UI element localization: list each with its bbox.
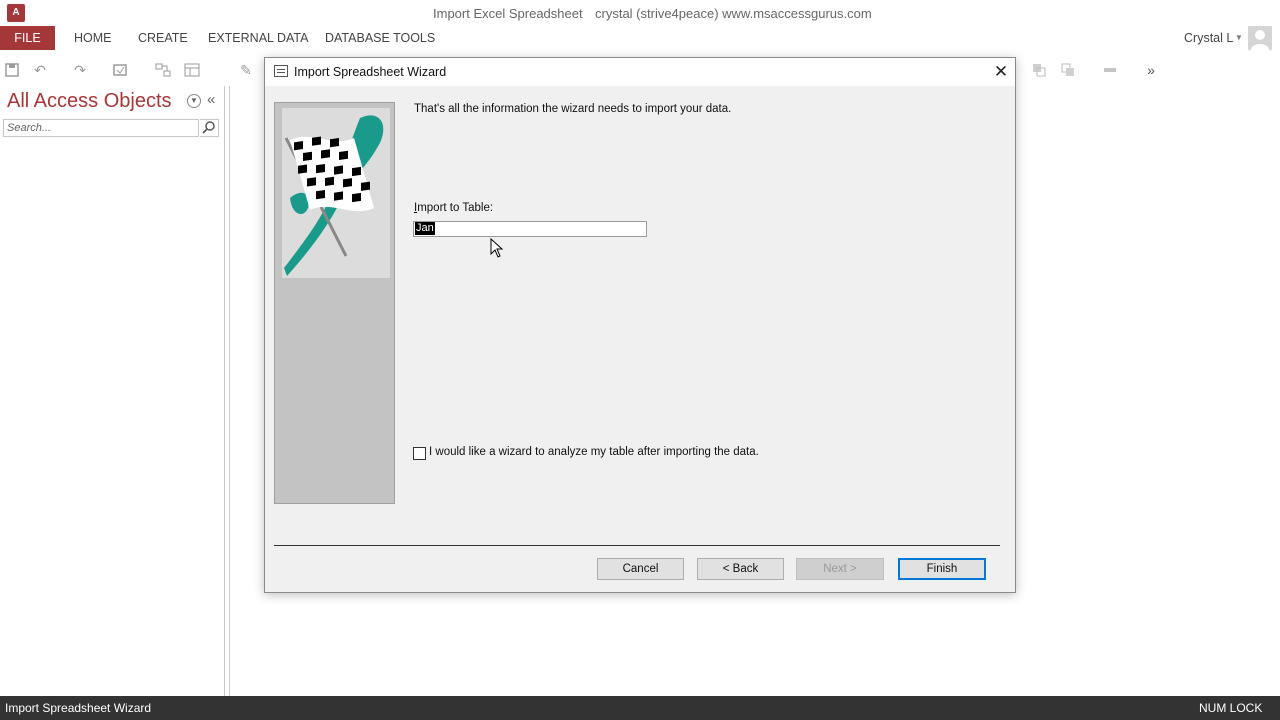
spell-check-icon[interactable] — [111, 62, 129, 78]
nav-search-input[interactable]: Search... — [3, 119, 199, 137]
tab-external-data[interactable]: EXTERNAL DATA — [208, 26, 308, 50]
next-button[interactable]: Next > — [796, 558, 884, 580]
layout-icon[interactable] — [183, 62, 201, 78]
chevron-down-icon[interactable]: ▼ — [187, 94, 201, 108]
import-table-name-field[interactable] — [413, 221, 647, 237]
window-title: Import Excel Spreadsheet — [433, 6, 583, 21]
mouse-cursor-icon — [490, 237, 504, 261]
finish-button[interactable]: Finish — [898, 558, 986, 580]
dialog-separator — [274, 545, 1000, 546]
search-icon[interactable] — [200, 119, 219, 137]
analyze-table-label[interactable]: I would like a wizard to analyze my tabl… — [429, 446, 759, 458]
user-account-name[interactable]: Crystal L — [1184, 31, 1233, 45]
save-icon[interactable] — [3, 62, 21, 78]
access-app-icon[interactable]: A — [7, 4, 25, 22]
form-icon — [274, 65, 288, 77]
import-table-name-value[interactable]: Jan — [415, 222, 435, 235]
window-subtitle: crystal (strive4peace) www.msaccessgurus… — [595, 6, 872, 21]
send-backward-icon[interactable] — [1059, 62, 1077, 78]
tab-file[interactable]: FILE — [0, 26, 55, 50]
chevron-down-icon[interactable]: ▼ — [1235, 33, 1243, 42]
more-commands-icon[interactable]: » — [1142, 62, 1160, 78]
wizard-message: That's all the information the wizard ne… — [414, 103, 732, 115]
cancel-button[interactable]: Cancel — [597, 558, 684, 580]
checkered-flag-illustration — [282, 108, 390, 278]
status-bar — [0, 696, 1280, 720]
double-chevron-left-icon[interactable]: « — [207, 91, 215, 108]
close-icon[interactable]: ✕ — [992, 62, 1010, 82]
tab-create[interactable]: CREATE — [138, 26, 188, 50]
tab-database-tools[interactable]: DATABASE TOOLS — [325, 26, 435, 50]
tab-home[interactable]: HOME — [74, 26, 112, 50]
back-button[interactable]: < Back — [697, 558, 784, 580]
bring-forward-icon[interactable] — [1030, 62, 1048, 78]
avatar[interactable] — [1248, 26, 1272, 50]
undo-icon[interactable]: ↶ — [31, 62, 49, 78]
analyze-table-checkbox[interactable] — [413, 447, 426, 460]
relationships-icon[interactable] — [154, 62, 172, 78]
line-style-icon[interactable] — [1102, 62, 1120, 78]
status-text: Import Spreadsheet Wizard — [5, 701, 152, 715]
ribbon-tabs: FILE HOME CREATE EXTERNAL DATA DATABASE … — [0, 26, 1280, 50]
num-lock-indicator: NUM LOCK — [1199, 701, 1263, 715]
navigation-pane — [0, 86, 225, 696]
nav-pane-title[interactable]: All Access Objects — [7, 90, 172, 113]
edit-icon[interactable]: ✎ — [237, 62, 255, 78]
redo-icon[interactable]: ↷ — [71, 62, 89, 78]
import-to-table-label: Import to Table: — [414, 202, 494, 214]
workspace-divider — [229, 86, 230, 696]
dialog-title: Import Spreadsheet Wizard — [294, 65, 447, 79]
